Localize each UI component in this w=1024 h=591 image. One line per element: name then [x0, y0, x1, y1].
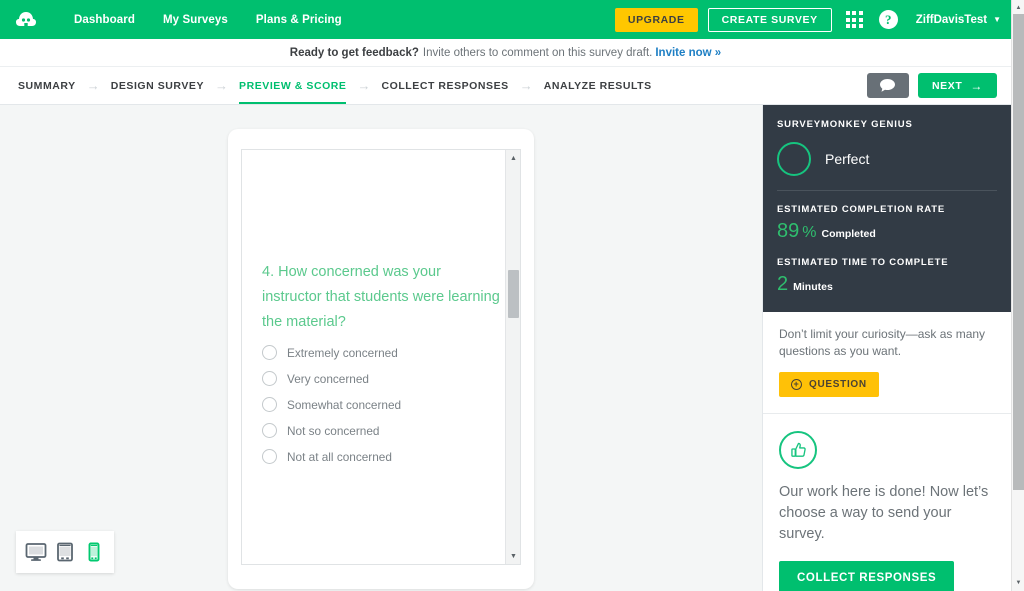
survey-preview-screen: 4. How concerned was your instructor tha…: [241, 149, 521, 565]
user-account-menu[interactable]: ZiffDavisTest ▼: [916, 14, 1001, 26]
scroll-down-arrow-icon[interactable]: ▼: [506, 549, 521, 563]
right-sidebar: SURVEYMONKEY GENIUS Perfect ESTIMATED CO…: [762, 105, 1011, 591]
step-analyze-results[interactable]: ANALYZE RESULTS: [544, 67, 652, 104]
arrow-right-icon: →: [970, 79, 983, 93]
top-nav-actions: UPGRADE CREATE SURVEY ? ZiffDavisTest ▼: [615, 8, 1011, 32]
radio-button-icon[interactable]: [262, 371, 277, 386]
notification-text: Invite others to comment on this survey …: [423, 47, 652, 59]
invite-now-link[interactable]: Invite now »: [655, 47, 721, 59]
radio-button-icon[interactable]: [262, 345, 277, 360]
plus-circle-icon: +: [791, 379, 802, 390]
option-somewhat-concerned[interactable]: Somewhat concerned: [262, 397, 500, 412]
next-button-label: NEXT: [932, 80, 962, 92]
divider: [777, 190, 997, 191]
option-not-so-concerned[interactable]: Not so concerned: [262, 423, 500, 438]
top-navigation-bar: Dashboard My Surveys Plans & Pricing UPG…: [0, 0, 1011, 39]
next-button[interactable]: NEXT →: [918, 73, 997, 98]
step-arrow-icon: →: [215, 78, 228, 93]
primary-nav-links: Dashboard My Surveys Plans & Pricing: [60, 14, 356, 26]
survey-step-navigation: SUMMARY → DESIGN SURVEY → PREVIEW & SCOR…: [0, 67, 1011, 105]
radio-button-icon[interactable]: [262, 397, 277, 412]
step-collect-responses[interactable]: COLLECT RESPONSES: [381, 67, 508, 104]
step-arrow-icon: →: [520, 78, 533, 93]
radio-button-icon[interactable]: [262, 423, 277, 438]
question-block: 4. How concerned was your instructor tha…: [242, 150, 520, 464]
radio-button-icon[interactable]: [262, 449, 277, 464]
step-design-survey[interactable]: DESIGN SURVEY: [111, 67, 204, 104]
step-preview-and-score[interactable]: PREVIEW & SCORE: [239, 67, 346, 104]
upgrade-button[interactable]: UPGRADE: [615, 8, 698, 32]
page-scrollbar[interactable]: ▲ ▼: [1011, 0, 1024, 591]
surveymonkey-logo[interactable]: [12, 7, 46, 33]
add-question-button[interactable]: + QUESTION: [779, 372, 879, 397]
score-ring-icon: [777, 142, 811, 176]
page-scrollbar-thumb[interactable]: [1013, 14, 1024, 490]
genius-score-row: Perfect: [777, 142, 997, 176]
percent-symbol: %: [802, 224, 816, 242]
page-scroll-up-arrow-icon[interactable]: ▲: [1012, 1, 1024, 14]
feedback-notification-bar: Ready to get feedback? Invite others to …: [0, 39, 1011, 67]
username-label: ZiffDavisTest: [916, 14, 987, 26]
done-message-text: Our work here is done! Now let’s choose …: [779, 482, 995, 545]
surveymonkey-genius-panel: SURVEYMONKEY GENIUS Perfect ESTIMATED CO…: [763, 105, 1011, 312]
nav-link-my-surveys[interactable]: My Surveys: [149, 14, 242, 26]
add-question-label: QUESTION: [809, 379, 867, 390]
preview-scrollbar[interactable]: ▲ ▼: [505, 150, 520, 564]
step-arrow-icon: →: [357, 78, 370, 93]
thumbs-up-icon: [779, 431, 817, 469]
genius-score-label: Perfect: [825, 151, 869, 167]
device-button-mobile[interactable]: [81, 539, 107, 565]
apps-grid-icon[interactable]: [846, 11, 863, 28]
completion-rate-unit: Completed: [821, 228, 875, 240]
create-survey-button[interactable]: CREATE SURVEY: [708, 8, 832, 32]
option-label: Not at all concerned: [287, 450, 392, 464]
collect-responses-button[interactable]: COLLECT RESPONSES: [779, 561, 954, 591]
option-label: Extremely concerned: [287, 346, 398, 360]
completion-rate-value-row: 89 % Completed: [777, 220, 997, 243]
step-bar-actions: NEXT →: [867, 73, 1011, 98]
step-list: SUMMARY → DESIGN SURVEY → PREVIEW & SCOR…: [18, 67, 652, 104]
mobile-device-frame: 4. How concerned was your instructor tha…: [228, 129, 534, 589]
genius-panel-title: SURVEYMONKEY GENIUS: [777, 119, 997, 130]
question-title: 4. How concerned was your instructor tha…: [262, 260, 500, 335]
survey-done-card: Our work here is done! Now let’s choose …: [763, 414, 1011, 591]
completion-rate-label: ESTIMATED COMPLETION RATE: [777, 204, 997, 215]
option-not-at-all-concerned[interactable]: Not at all concerned: [262, 449, 500, 464]
tip-text: Don’t limit your curiosity—ask as many q…: [779, 326, 995, 360]
step-summary[interactable]: SUMMARY: [18, 67, 76, 104]
chevron-down-icon: ▼: [993, 15, 1001, 24]
option-label: Not so concerned: [287, 424, 379, 438]
nav-link-dashboard[interactable]: Dashboard: [60, 14, 149, 26]
step-arrow-icon: →: [87, 78, 100, 93]
scroll-up-arrow-icon[interactable]: ▲: [506, 151, 521, 165]
comment-bubble-icon[interactable]: [867, 73, 909, 98]
time-to-complete-value-row: 2 Minutes: [777, 273, 997, 296]
help-question-icon[interactable]: ?: [879, 10, 898, 29]
device-preview-toggle: [16, 531, 114, 573]
option-label: Somewhat concerned: [287, 398, 401, 412]
option-very-concerned[interactable]: Very concerned: [262, 371, 500, 386]
add-question-tip-card: Don’t limit your curiosity—ask as many q…: [763, 312, 1011, 414]
app-root: Dashboard My Surveys Plans & Pricing UPG…: [0, 0, 1024, 591]
nav-link-plans-pricing[interactable]: Plans & Pricing: [242, 14, 356, 26]
scrollbar-thumb[interactable]: [508, 270, 519, 318]
notification-bold-text: Ready to get feedback?: [290, 47, 419, 59]
time-to-complete-unit: Minutes: [793, 281, 833, 293]
option-label: Very concerned: [287, 372, 369, 386]
question-options-list: Extremely concerned Very concerned Somew…: [262, 345, 500, 464]
device-button-desktop[interactable]: [23, 539, 49, 565]
time-to-complete-number: 2: [777, 273, 788, 296]
survey-preview-area: 4. How concerned was your instructor tha…: [0, 105, 762, 591]
time-to-complete-label: ESTIMATED TIME TO COMPLETE: [777, 257, 997, 268]
option-extremely-concerned[interactable]: Extremely concerned: [262, 345, 500, 360]
device-button-tablet[interactable]: [52, 539, 78, 565]
page-scroll-down-arrow-icon[interactable]: ▼: [1012, 576, 1024, 589]
completion-rate-number: 89: [777, 220, 799, 243]
